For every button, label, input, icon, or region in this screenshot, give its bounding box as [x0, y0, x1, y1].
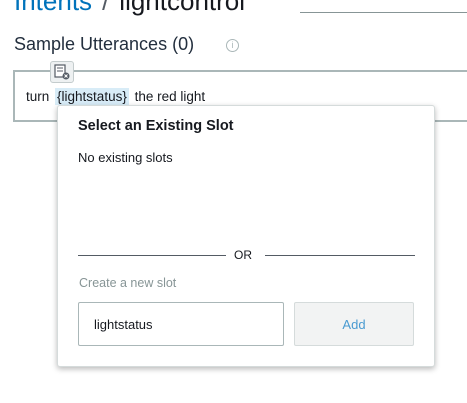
- breadcrumb: Intents / lightcontrol: [14, 0, 245, 17]
- breadcrumb-separator: /: [102, 0, 110, 16]
- page-section-title: Sample Utterances (0): [14, 34, 195, 54]
- divider-line-right: [265, 255, 415, 256]
- breadcrumb-intents-link[interactable]: Intents: [14, 0, 92, 16]
- utterance-word-after: the red light: [134, 89, 206, 104]
- info-icon[interactable]: i: [226, 39, 239, 52]
- create-slot-label: Create a new slot: [79, 276, 177, 290]
- slot-edit-icon-glyph: [54, 64, 70, 80]
- slot-popover: Select an Existing Slot No existing slot…: [57, 105, 435, 367]
- new-slot-name-input[interactable]: [78, 302, 284, 346]
- title-input-underline: [300, 12, 467, 13]
- utterance-text[interactable]: turn {lightstatus} the red light: [26, 88, 206, 105]
- utterance-word-before: turn: [26, 89, 50, 104]
- slot-edit-icon[interactable]: [50, 61, 74, 83]
- divider-line-left: [78, 255, 226, 256]
- divider-or-text: OR: [234, 248, 252, 262]
- no-slots-message: No existing slots: [78, 150, 173, 165]
- add-slot-button[interactable]: Add: [294, 302, 414, 346]
- breadcrumb-current: lightcontrol: [119, 0, 246, 16]
- utterance-slot-token[interactable]: {lightstatus}: [55, 88, 129, 105]
- popover-title: Select an Existing Slot: [78, 118, 234, 134]
